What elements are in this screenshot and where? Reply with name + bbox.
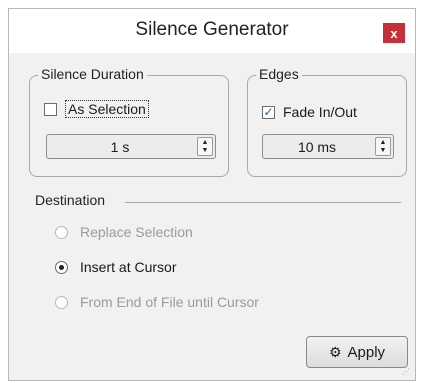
radio-from-end-of-file[interactable]: From End of File until Cursor [55, 294, 259, 310]
as-selection-checkbox[interactable] [44, 102, 57, 116]
duration-spinbox[interactable]: 1 s ▲ ▼ [46, 134, 216, 159]
radio-insert-at-cursor[interactable]: Insert at Cursor [55, 259, 176, 275]
apply-label: Apply [347, 343, 386, 361]
close-icon: x [390, 25, 398, 41]
fade-spinbox[interactable]: 10 ms ▲ ▼ [262, 134, 394, 159]
edges-label: Edges [256, 66, 302, 82]
fade-spin-arrows[interactable]: ▲ ▼ [375, 137, 391, 156]
spin-up-icon[interactable]: ▲ [376, 138, 390, 147]
gears-icon: ⚙ [328, 343, 342, 360]
spin-down-icon[interactable]: ▼ [198, 147, 212, 156]
destination-divider [125, 202, 401, 203]
radio-button[interactable] [55, 225, 68, 239]
fade-label[interactable]: Fade In/Out [283, 104, 357, 120]
checkmark-icon: ✓ [263, 105, 274, 119]
close-button[interactable]: x [383, 23, 405, 43]
silence-duration-label: Silence Duration [38, 66, 147, 82]
resize-grip-icon[interactable]: ⋰ [402, 367, 411, 376]
spin-down-icon[interactable]: ▼ [376, 147, 390, 156]
radio-label[interactable]: Insert at Cursor [80, 259, 176, 275]
duration-spin-arrows[interactable]: ▲ ▼ [197, 137, 213, 156]
radio-button[interactable] [55, 295, 68, 309]
as-selection-checkbox-row[interactable]: As Selection [44, 100, 149, 118]
duration-value[interactable]: 1 s [47, 135, 193, 158]
silence-duration-group: Silence Duration As Selection 1 s ▲ ▼ [29, 66, 229, 177]
destination-label: Destination [35, 192, 106, 208]
apply-button[interactable]: ⚙ Apply [306, 336, 408, 368]
fade-checkbox-row[interactable]: ✓ Fade In/Out [262, 104, 357, 120]
title-bar[interactable]: Silence Generator x [9, 9, 415, 53]
dialog-title: Silence Generator [135, 19, 289, 40]
fade-checkbox[interactable]: ✓ [262, 105, 275, 119]
silence-generator-dialog: Silence Generator x Silence Duration As … [8, 8, 416, 381]
spin-up-icon[interactable]: ▲ [198, 138, 212, 147]
radio-button[interactable] [55, 260, 68, 274]
edges-group: Edges ✓ Fade In/Out 10 ms ▲ ▼ [247, 66, 407, 177]
fade-value[interactable]: 10 ms [263, 135, 371, 158]
radio-replace-selection[interactable]: Replace Selection [55, 224, 193, 240]
as-selection-label[interactable]: As Selection [65, 100, 149, 118]
radio-label[interactable]: From End of File until Cursor [80, 294, 259, 310]
radio-selected-dot [59, 264, 64, 270]
radio-label[interactable]: Replace Selection [80, 224, 193, 240]
